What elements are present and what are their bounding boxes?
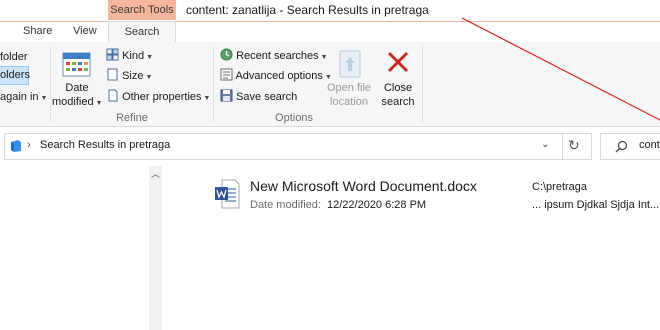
- other-properties-button[interactable]: Other properties ▼: [106, 89, 210, 105]
- close-search-button[interactable]: Close search: [377, 46, 419, 108]
- size-button[interactable]: Size ▼: [106, 68, 152, 84]
- all-subfolders-button[interactable]: olders: [0, 66, 30, 85]
- chevron-down-icon[interactable]: ⌄: [541, 139, 549, 150]
- result-content-snippet: ... ipsum Djdkal Sjdja Int...: [532, 199, 660, 211]
- word-document-icon: [215, 179, 240, 209]
- date-modified-button[interactable]: Date modified ▼: [52, 46, 103, 108]
- ribbon-tab-row: [0, 22, 660, 43]
- current-folder-button[interactable]: folder: [0, 49, 28, 65]
- save-search-icon: [220, 89, 233, 102]
- nav-pane-scrollbar[interactable]: [149, 166, 162, 330]
- size-icon: [107, 68, 118, 81]
- open-file-location-icon: [339, 50, 361, 78]
- search-field[interactable]: cont: [600, 133, 660, 160]
- date-modified-label-1: Date: [65, 82, 89, 94]
- open-file-location-button[interactable]: Open file location: [326, 46, 372, 108]
- close-search-label-1: Close: [383, 82, 413, 94]
- other-properties-icon: [108, 89, 118, 102]
- ribbon-separator: [422, 46, 423, 122]
- date-modified-label-2: modified ▼: [52, 96, 103, 108]
- window-title: content: zanatlija - Search Results in p…: [186, 3, 429, 17]
- search-again-in-button[interactable]: again in ▼: [0, 89, 47, 105]
- ribbon-separator: [50, 46, 51, 122]
- search-icon: [615, 140, 628, 153]
- search-input[interactable]: cont: [639, 139, 660, 151]
- tab-share[interactable]: Share: [23, 22, 52, 42]
- chevron-right-icon[interactable]: ›: [27, 139, 31, 151]
- search-tools-context-label: Search Tools: [108, 0, 176, 20]
- calendar-icon: [62, 52, 91, 77]
- result-folder-path: C:\pretraga: [532, 181, 588, 193]
- open-file-location-label-2: location: [330, 96, 368, 108]
- advanced-options-icon: [220, 68, 233, 81]
- save-search-button[interactable]: Save search: [220, 89, 297, 105]
- refine-group-label: Refine: [116, 112, 148, 124]
- result-date-modified: 12/22/2020 6:28 PM: [327, 199, 427, 211]
- address-divider: [562, 133, 563, 160]
- recent-searches-icon: [220, 48, 233, 61]
- close-search-label-2: search: [381, 96, 415, 108]
- open-file-location-label-1: Open file: [326, 82, 372, 94]
- tab-view[interactable]: View: [73, 22, 97, 42]
- address-path[interactable]: Search Results in pretraga: [40, 139, 170, 151]
- result-file-name[interactable]: New Microsoft Word Document.docx: [250, 178, 477, 194]
- result-meta-label: Date modified:: [250, 199, 321, 211]
- ribbon-separator: [213, 46, 214, 122]
- address-bar[interactable]: › Search Results in pretraga ⌄: [4, 133, 592, 160]
- refresh-icon[interactable]: ↻: [568, 137, 580, 154]
- library-icon: [11, 140, 21, 152]
- options-group-label: Options: [275, 112, 313, 124]
- close-search-icon: [387, 51, 409, 73]
- kind-button[interactable]: Kind ▼: [106, 48, 153, 64]
- advanced-options-button[interactable]: Advanced options ▼: [220, 68, 332, 84]
- tab-search[interactable]: Search: [108, 21, 176, 44]
- kind-icon: [106, 48, 119, 61]
- scroll-up-icon[interactable]: ︿: [151, 167, 160, 180]
- recent-searches-button[interactable]: Recent searches ▼: [220, 48, 328, 64]
